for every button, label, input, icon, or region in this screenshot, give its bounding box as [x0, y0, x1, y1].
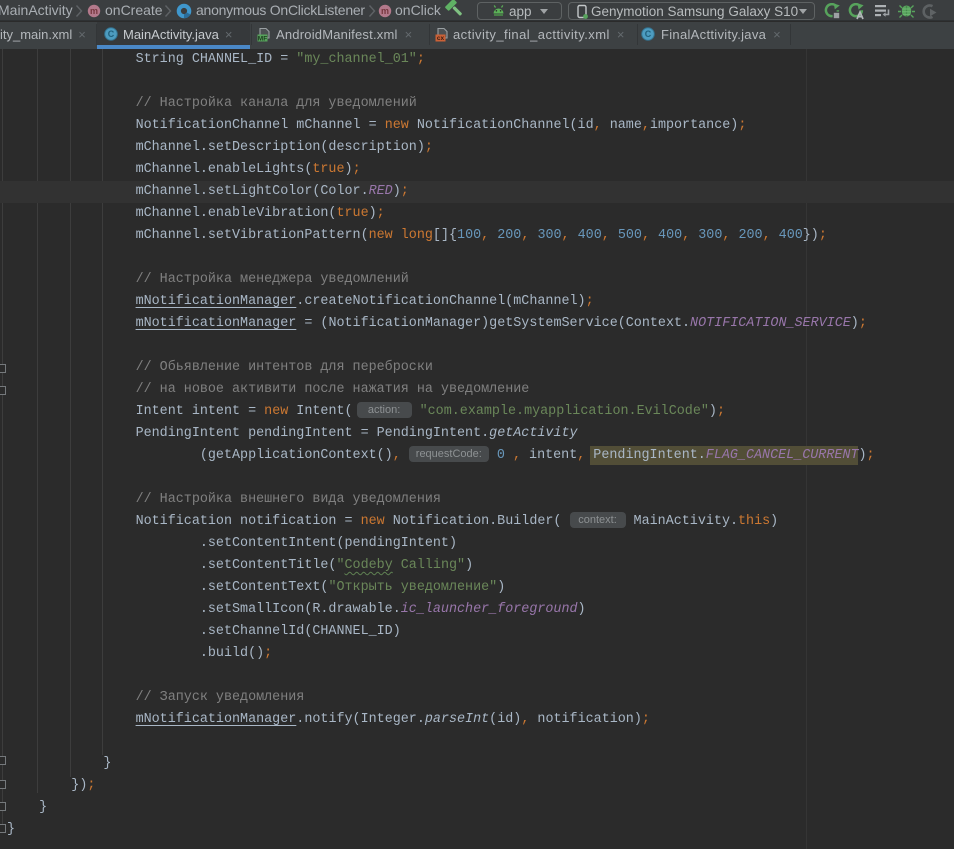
- svg-text:m: m: [90, 6, 98, 16]
- svg-text:m: m: [381, 6, 389, 16]
- svg-text:MF: MF: [258, 35, 267, 42]
- svg-text:C: C: [108, 29, 115, 39]
- svg-text:C: C: [645, 29, 652, 39]
- svg-text:cx: cx: [437, 35, 445, 42]
